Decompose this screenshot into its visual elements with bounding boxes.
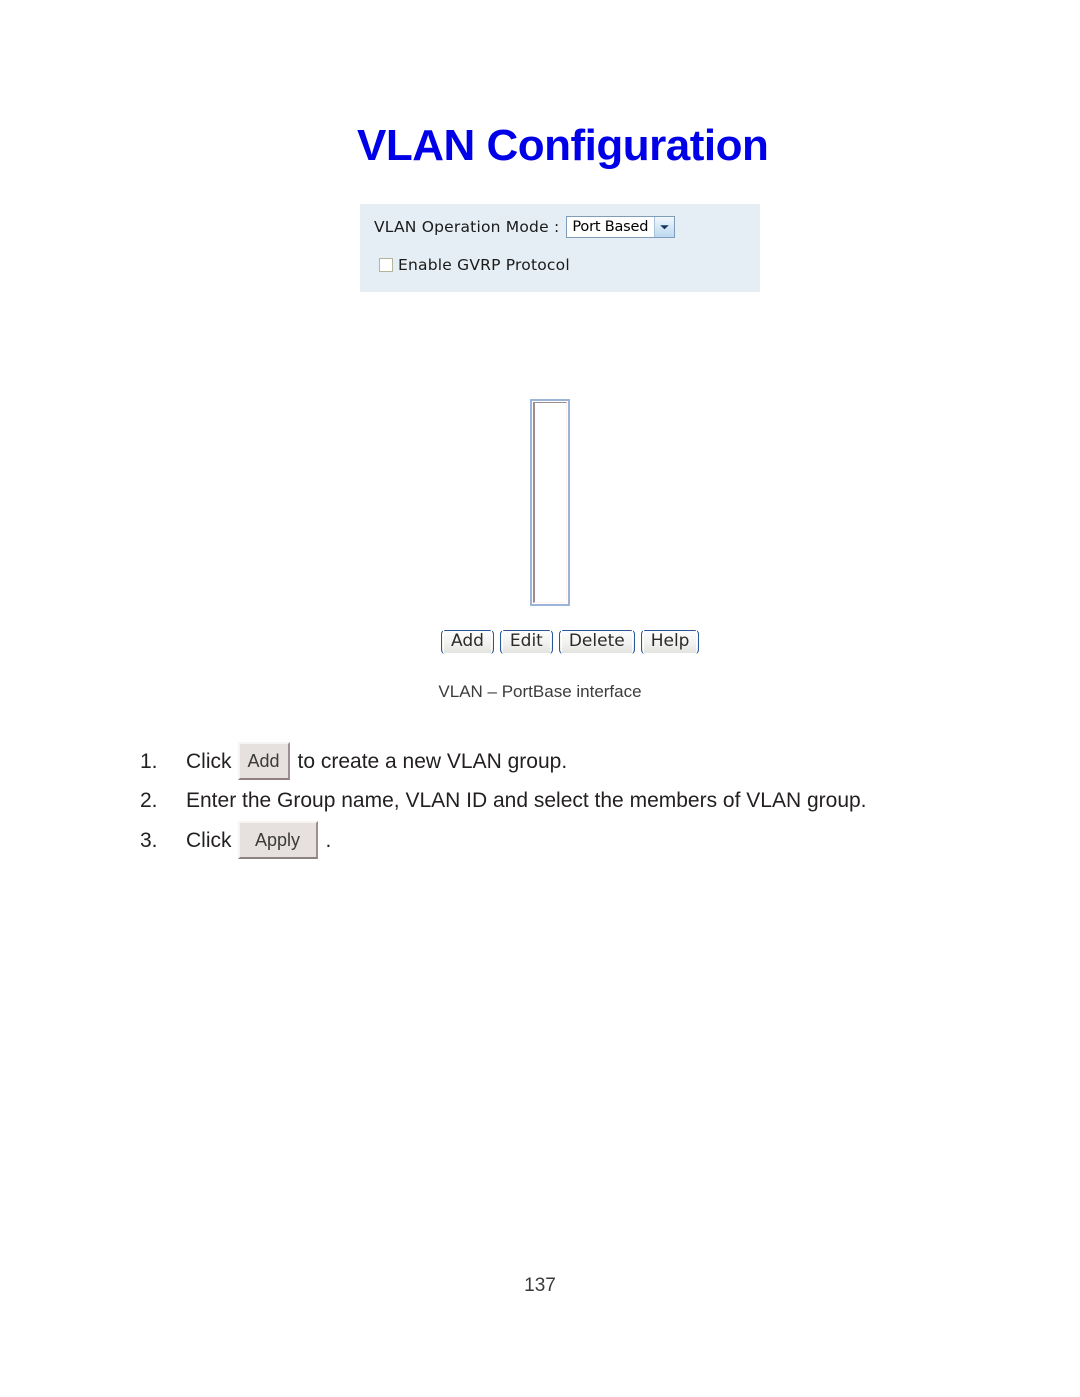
vlan-settings-panel: VLAN Operation Mode : Port Based Enable …: [360, 204, 760, 292]
help-button[interactable]: Help: [640, 629, 700, 654]
enable-gvrp-row[interactable]: Enable GVRP Protocol: [379, 256, 570, 274]
delete-button-label: Delete: [560, 629, 633, 654]
vlan-operation-mode-value: Port Based: [572, 219, 649, 235]
instruction-list: 1. Click Add to create a new VLAN group.…: [140, 742, 1000, 869]
edit-button-label: Edit: [501, 629, 551, 654]
inline-add-button[interactable]: Add: [237, 742, 290, 780]
list-item: 1. Click Add to create a new VLAN group.: [140, 742, 1000, 780]
enable-gvrp-label: Enable GVRP Protocol: [398, 256, 570, 274]
step-text-post: .: [325, 828, 332, 852]
inline-add-button-label: Add: [247, 751, 280, 771]
vlan-group-listbox-inner[interactable]: [533, 402, 567, 603]
inline-apply-button[interactable]: Apply: [237, 821, 318, 859]
vlan-operation-mode-label: VLAN Operation Mode :: [374, 218, 560, 236]
step-text-pre: Click: [186, 749, 232, 773]
step-number: 1.: [140, 749, 158, 773]
help-button-label: Help: [642, 629, 698, 654]
step-number: 3.: [140, 828, 158, 852]
vlan-operation-mode-select[interactable]: Port Based: [566, 216, 676, 238]
page-title: VLAN Configuration: [357, 121, 769, 170]
vlan-group-listbox[interactable]: [530, 399, 570, 606]
list-item: 2. Enter the Group name, VLAN ID and sel…: [140, 790, 1000, 811]
add-button-label: Add: [443, 629, 492, 654]
enable-gvrp-checkbox[interactable]: [379, 258, 393, 272]
add-button[interactable]: Add: [441, 629, 494, 654]
figure-caption: VLAN – PortBase interface: [438, 682, 642, 701]
vlan-action-button-row: Add Edit Delete Help: [441, 629, 700, 654]
delete-button[interactable]: Delete: [558, 629, 635, 654]
step-text-post: to create a new VLAN group.: [297, 749, 568, 773]
step-text-pre: Click: [186, 828, 232, 852]
page-number: 137: [524, 1275, 556, 1296]
list-item: 3. Click Apply .: [140, 821, 1000, 859]
vlan-operation-mode-row: VLAN Operation Mode : Port Based: [374, 216, 676, 238]
step-number: 2.: [140, 789, 158, 812]
inline-apply-button-label: Apply: [254, 830, 301, 850]
edit-button[interactable]: Edit: [499, 629, 553, 654]
step-text-pre: Enter the Group name, VLAN ID and select…: [186, 789, 867, 812]
chevron-down-icon[interactable]: [654, 217, 675, 237]
